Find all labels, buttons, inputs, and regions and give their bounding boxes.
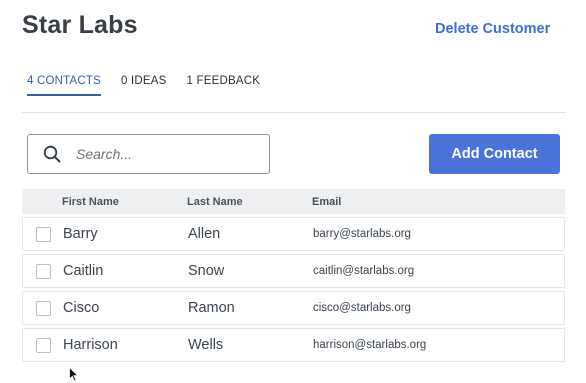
cell-first-name: Barry [63, 226, 98, 242]
cell-email: caitlin@starlabs.org [313, 265, 415, 277]
table-header: First Name Last Name Email [22, 189, 565, 214]
tab-feedback[interactable]: 1 FEEDBACK [187, 75, 261, 96]
column-header-last-name[interactable]: Last Name [187, 196, 243, 208]
cell-email: cisco@starlabs.org [313, 302, 411, 314]
table-row[interactable]: Cisco Ramon cisco@starlabs.org [22, 291, 565, 325]
row-checkbox[interactable] [36, 300, 51, 316]
column-header-email[interactable]: Email [312, 196, 341, 208]
row-checkbox[interactable] [36, 226, 51, 242]
contacts-table: First Name Last Name Email Barry Allen b… [22, 189, 565, 362]
table-row[interactable]: Caitlin Snow caitlin@starlabs.org [22, 254, 565, 288]
delete-customer-link[interactable]: Delete Customer [435, 21, 550, 37]
cell-last-name: Wells [188, 337, 224, 353]
cell-email: barry@starlabs.org [313, 228, 411, 240]
cell-last-name: Allen [188, 226, 221, 242]
search-icon [42, 144, 62, 164]
page-title: Star Labs [22, 11, 138, 39]
cell-first-name: Caitlin [63, 263, 104, 279]
row-checkbox[interactable] [36, 337, 51, 353]
column-header-first-name[interactable]: First Name [62, 196, 119, 208]
cell-first-name: Harrison [63, 337, 118, 353]
tab-ideas[interactable]: 0 IDEAS [121, 75, 167, 96]
row-checkbox[interactable] [36, 263, 51, 279]
mouse-cursor-icon [69, 366, 79, 383]
tab-bar: 4 CONTACTS 0 IDEAS 1 FEEDBACK [27, 75, 280, 96]
add-contact-button[interactable]: Add Contact [429, 134, 560, 174]
tab-contacts[interactable]: 4 CONTACTS [27, 75, 101, 96]
tabs-divider [22, 112, 566, 113]
cell-email: harrison@starlabs.org [313, 339, 427, 351]
search-input[interactable] [76, 146, 246, 162]
cell-first-name: Cisco [63, 300, 100, 316]
cell-last-name: Ramon [188, 300, 235, 316]
table-row[interactable]: Harrison Wells harrison@starlabs.org [22, 328, 565, 362]
search-box[interactable] [27, 134, 270, 174]
table-row[interactable]: Barry Allen barry@starlabs.org [22, 217, 565, 251]
cell-last-name: Snow [188, 263, 225, 279]
